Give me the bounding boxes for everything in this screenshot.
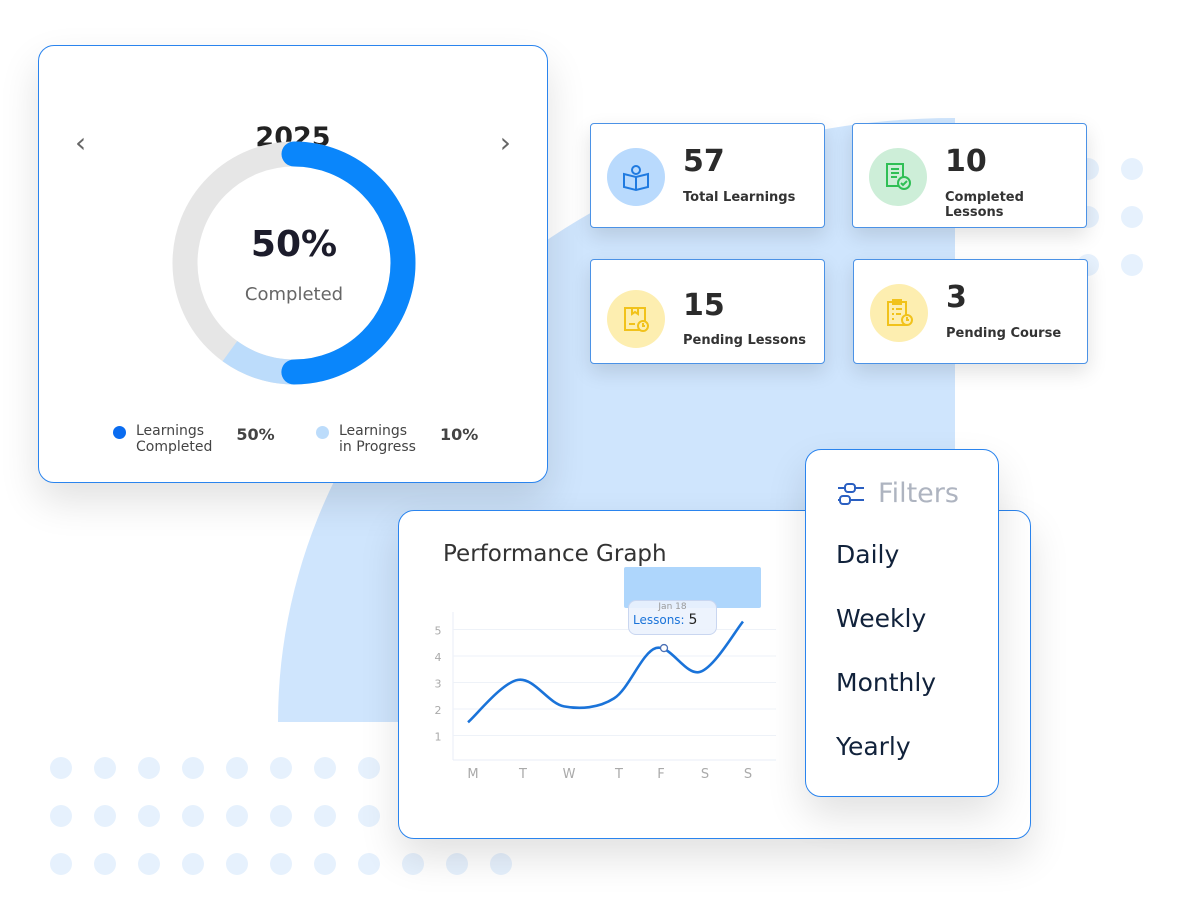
dot — [50, 853, 72, 875]
dot — [314, 757, 336, 779]
dot — [182, 805, 204, 827]
dot — [138, 805, 160, 827]
dot — [94, 805, 116, 827]
stat-pending-course: 3 Pending Course — [853, 259, 1088, 364]
dot — [182, 757, 204, 779]
dot — [358, 853, 380, 875]
dot — [1121, 206, 1143, 228]
stat-value: 3 — [946, 280, 967, 315]
stat-label: Total Learnings — [683, 190, 796, 205]
box-clock-icon — [607, 290, 665, 348]
tooltip-label: Lessons: — [633, 613, 685, 627]
y-tick-label: 2 — [435, 704, 442, 717]
legend-dot — [113, 426, 126, 439]
dot — [226, 853, 248, 875]
data-point-highlighted[interactable] — [659, 643, 669, 653]
y-tick-label: 4 — [435, 651, 442, 664]
dot — [50, 757, 72, 779]
stat-value: 15 — [683, 288, 725, 323]
filter-yearly[interactable]: Yearly — [836, 732, 911, 761]
chevron-right-icon[interactable]: › — [500, 126, 511, 159]
dot — [94, 853, 116, 875]
stat-label: Completed Lessons — [945, 190, 1024, 220]
legend-in-progress: Learnings in Progress 10% — [316, 423, 478, 455]
completion-percent: 50% — [250, 224, 338, 265]
x-tick-label: W — [563, 767, 576, 782]
document-check-icon — [869, 148, 927, 206]
filter-weekly[interactable]: Weekly — [836, 604, 926, 633]
x-tick-label: T — [614, 767, 623, 782]
legend-value: 10% — [439, 425, 479, 444]
stat-value: 57 — [683, 144, 725, 179]
dot — [314, 853, 336, 875]
y-tick-label: 5 — [435, 625, 442, 638]
stat-total-learnings: 57 Total Learnings — [590, 123, 825, 228]
dot — [94, 757, 116, 779]
legend-label: in Progress — [339, 439, 416, 455]
sliders-icon — [838, 482, 864, 505]
stat-label: Pending Lessons — [683, 333, 806, 348]
chart-tooltip: Jan 18 Lessons: 5 — [628, 600, 717, 635]
filters-header: Filters — [836, 478, 959, 509]
dot — [226, 757, 248, 779]
tooltip-date: Jan 18 — [658, 602, 687, 612]
x-tick-label: T — [518, 767, 527, 782]
x-tick-label: S — [701, 767, 709, 782]
stat-value: 10 — [945, 144, 987, 179]
dot — [270, 853, 292, 875]
stat-pending-lessons: 15 Pending Lessons — [590, 259, 825, 364]
y-tick-label: 1 — [435, 731, 442, 744]
dot — [182, 853, 204, 875]
filters-menu: Filters Daily Weekly Monthly Yearly — [805, 449, 999, 797]
y-tick-label: 3 — [435, 678, 442, 691]
legend-dot — [316, 426, 329, 439]
book-reader-icon — [607, 148, 665, 206]
dot — [1121, 254, 1143, 276]
filters-title: Filters — [878, 478, 959, 509]
legend-label: Completed — [136, 439, 213, 455]
clipboard-clock-icon — [870, 284, 928, 342]
x-tick-label: M — [467, 767, 478, 782]
dot — [138, 853, 160, 875]
dot — [50, 805, 72, 827]
dot — [490, 853, 512, 875]
dot — [138, 757, 160, 779]
series-line — [467, 620, 745, 724]
dot — [358, 805, 380, 827]
filter-monthly[interactable]: Monthly — [836, 668, 936, 697]
dot — [402, 853, 424, 875]
dot — [1121, 158, 1143, 180]
legend-label: Learnings — [339, 423, 408, 439]
dot — [314, 805, 336, 827]
x-tick-label: F — [657, 767, 664, 782]
stat-label: Pending Course — [946, 326, 1062, 341]
x-tick-label: S — [744, 767, 752, 782]
legend-label: Learnings — [136, 423, 205, 439]
dot — [446, 853, 468, 875]
dot — [270, 757, 292, 779]
dot — [226, 805, 248, 827]
dot — [270, 805, 292, 827]
year-progress-card: ‹ 2025 › 50% Completed Learnings Complete… — [38, 45, 548, 483]
filter-daily[interactable]: Daily — [836, 540, 899, 569]
legend-completed: Learnings Completed 50% — [113, 423, 275, 455]
dot — [358, 757, 380, 779]
completion-caption: Completed — [244, 284, 344, 305]
tooltip-value: 5 — [688, 612, 698, 628]
stat-completed-lessons: 10 Completed Lessons — [852, 123, 1087, 228]
legend-value: 50% — [236, 425, 275, 444]
